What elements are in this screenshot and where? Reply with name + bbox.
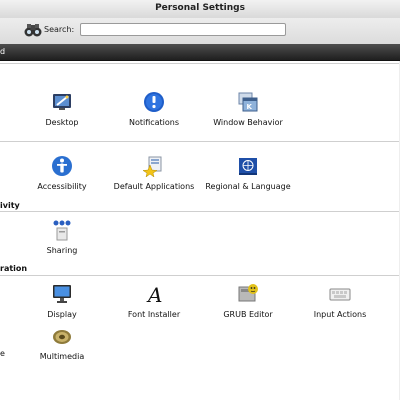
input-actions-icon — [329, 288, 351, 301]
title-bar: Personal Settings — [0, 0, 400, 19]
grub-editor-item[interactable]: GRUB Editor — [203, 283, 293, 319]
tab-strip: d — [0, 44, 400, 61]
toolbar: Search: — [0, 18, 400, 44]
window-behavior-item[interactable]: K Window Behavior — [203, 91, 293, 127]
input-actions-item[interactable]: Input Actions — [295, 283, 385, 319]
accessibility-label: Accessibility — [37, 182, 87, 191]
multimedia-icon — [53, 330, 71, 344]
partial-item-label[interactable]: e — [0, 349, 5, 358]
svg-text:A: A — [146, 283, 162, 305]
font-installer-label: Font Installer — [127, 310, 181, 319]
section-divider — [0, 141, 400, 142]
search-label: Search: — [44, 25, 75, 34]
section-divider — [0, 211, 400, 212]
svg-text:K: K — [247, 103, 253, 111]
sharing-label: Sharing — [46, 246, 78, 255]
accessibility-item[interactable]: Accessibility — [17, 155, 107, 191]
multimedia-item[interactable]: Multimedia — [17, 325, 107, 361]
display-item[interactable]: Display — [17, 283, 107, 319]
grub-editor-icon — [238, 284, 258, 302]
window-behavior-icon: K — [238, 92, 258, 112]
section-header-administration: ration — [0, 264, 28, 273]
tab-label-partial[interactable]: d — [0, 47, 5, 56]
settings-content: Desktop Notifications K Window Behavior … — [0, 61, 400, 400]
window-behavior-label: Window Behavior — [213, 118, 283, 127]
font-installer-icon: A — [146, 283, 162, 305]
section-divider — [0, 275, 400, 276]
section-header-connectivity: ivity — [0, 201, 20, 210]
sharing-item[interactable]: Sharing — [17, 219, 107, 255]
notifications-item[interactable]: Notifications — [109, 91, 199, 127]
binoculars-icon — [24, 24, 42, 37]
default-applications-icon — [143, 156, 162, 177]
multimedia-label: Multimedia — [39, 352, 85, 361]
regional-language-label: Regional & Language — [205, 182, 291, 191]
window-title: Personal Settings — [155, 3, 245, 13]
info-icon — [144, 92, 164, 112]
accessibility-icon — [52, 156, 72, 176]
display-icon — [53, 285, 71, 303]
regional-language-icon — [239, 158, 257, 175]
display-label: Display — [47, 310, 77, 319]
search-input[interactable] — [80, 23, 286, 36]
grub-editor-label: GRUB Editor — [223, 310, 273, 319]
section-divider — [0, 63, 400, 64]
regional-language-item[interactable]: Regional & Language — [203, 155, 293, 191]
default-applications-item[interactable]: Default Applications — [109, 155, 199, 191]
font-installer-item[interactable]: A Font Installer — [109, 283, 199, 319]
desktop-item[interactable]: Desktop — [17, 91, 107, 127]
desktop-effects-icon — [53, 94, 71, 110]
notifications-label: Notifications — [128, 118, 180, 127]
input-actions-label: Input Actions — [313, 310, 367, 319]
desktop-label: Desktop — [45, 118, 79, 127]
sharing-icon — [53, 220, 71, 241]
default-applications-label: Default Applications — [113, 182, 195, 191]
